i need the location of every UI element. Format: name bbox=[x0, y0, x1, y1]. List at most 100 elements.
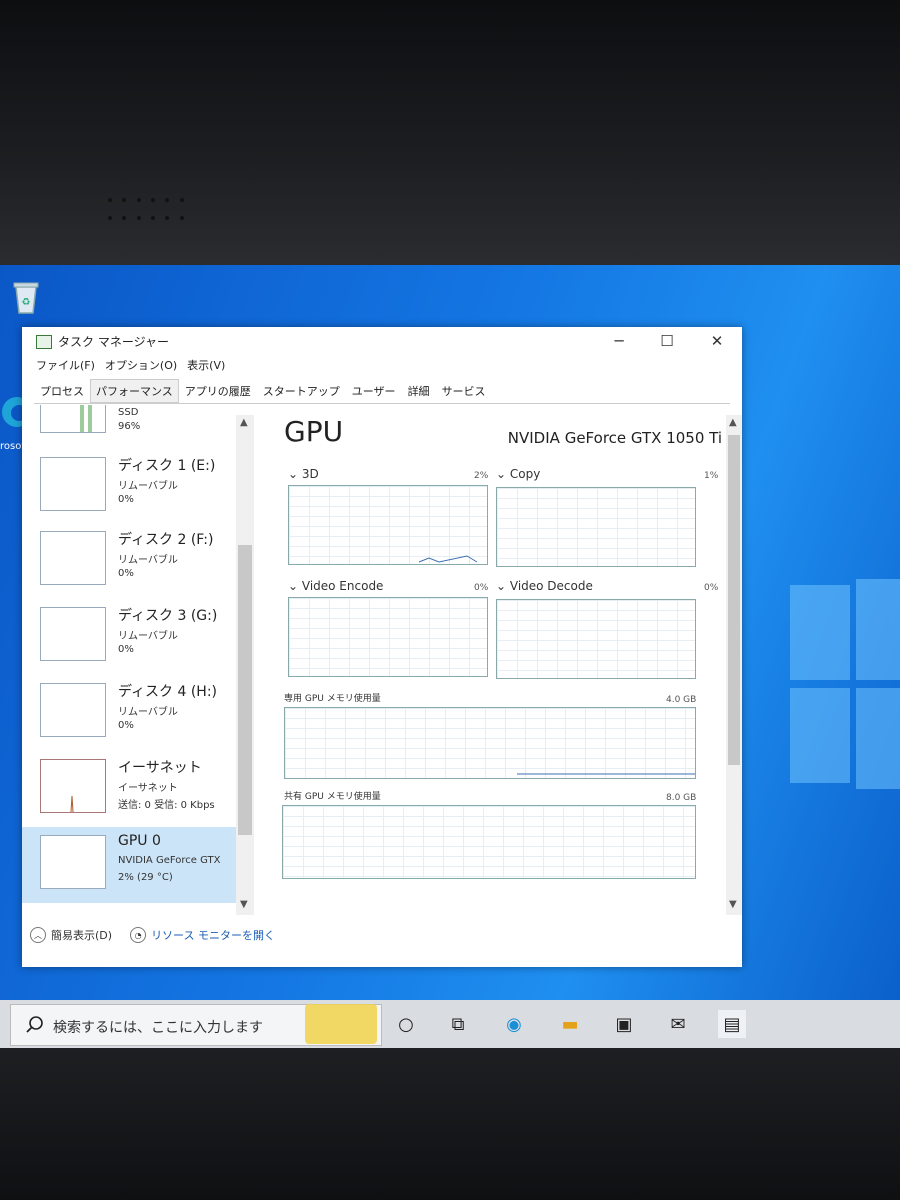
engine-video-decode-pct: 0% bbox=[704, 583, 719, 593]
sidebar-item-value: 0% bbox=[118, 568, 134, 579]
sidebar-item-ethernet[interactable]: イーサネット イーサネット 送信: 0 受信: 0 Kbps bbox=[22, 751, 236, 823]
engine-copy-graph bbox=[496, 487, 696, 567]
shared-memory-max: 8.0 GB bbox=[666, 793, 697, 803]
shared-memory-graph bbox=[282, 805, 696, 879]
gpu-thumbnail-graph bbox=[40, 835, 106, 889]
resource-monitor-link[interactable]: ◔ リソース モニターを開く bbox=[130, 927, 275, 943]
tab-details[interactable]: 詳細 bbox=[402, 379, 436, 403]
sidebar-item-label: ディスク 1 (E:) bbox=[118, 458, 216, 474]
engine-label: Video Encode bbox=[301, 579, 384, 593]
tab-users[interactable]: ユーザー bbox=[346, 379, 402, 403]
dedicated-memory-max: 4.0 GB bbox=[666, 695, 697, 705]
monitor-bezel-bottom bbox=[0, 1048, 900, 1200]
close-button[interactable]: ✕ bbox=[694, 327, 740, 355]
sidebar-item-sub: リムーバブル bbox=[118, 631, 178, 642]
fewer-details-label: 簡易表示(D) bbox=[51, 929, 113, 942]
engine-video-decode-selector[interactable]: ⌄ Video Decode bbox=[496, 579, 593, 593]
chevron-up-icon: ︿ bbox=[30, 927, 46, 943]
ethernet-thumbnail-graph bbox=[40, 759, 106, 813]
main-scrollbar[interactable]: ▲ ▼ bbox=[726, 415, 742, 915]
engine-label: Video Decode bbox=[509, 579, 593, 593]
monitor-bezel-top bbox=[0, 0, 900, 265]
sidebar-item-label: GPU 0 bbox=[118, 833, 161, 849]
scroll-up-icon[interactable]: ▲ bbox=[729, 417, 737, 428]
sidebar-item-value: 0% bbox=[118, 644, 134, 655]
engine-3d-selector[interactable]: ⌄ 3D bbox=[288, 467, 319, 481]
edge-taskbar-icon[interactable]: ◉ bbox=[500, 1010, 528, 1038]
sidebar-item-label: ディスク 2 (F:) bbox=[118, 532, 214, 548]
engine-video-decode-graph bbox=[496, 599, 696, 679]
sidebar-item-sub: リムーバブル bbox=[118, 555, 178, 566]
menu-view[interactable]: 表示(V) bbox=[187, 357, 225, 373]
engine-copy-selector[interactable]: ⌄ Copy bbox=[496, 467, 540, 481]
menu-options[interactable]: オプション(O) bbox=[105, 357, 177, 373]
file-explorer-icon[interactable]: ▬ bbox=[556, 1010, 584, 1038]
maximize-button[interactable]: ☐ bbox=[644, 327, 690, 355]
window-title: タスク マネージャー bbox=[58, 335, 169, 349]
store-icon[interactable]: ▣ bbox=[610, 1010, 638, 1038]
title-bar: タスク マネージャー bbox=[36, 333, 169, 350]
tab-performance[interactable]: パフォーマンス bbox=[90, 379, 179, 403]
sidebar-item-value: 送信: 0 受信: 0 Kbps bbox=[118, 800, 215, 811]
resource-monitor-icon: ◔ bbox=[130, 927, 147, 943]
sidebar-item-sub: SSD bbox=[118, 407, 139, 418]
engine-video-encode-pct: 0% bbox=[474, 583, 489, 593]
search-icon bbox=[26, 1016, 43, 1033]
sidebar-item-disk-4[interactable]: ディスク 4 (H:) リムーバブル 0% bbox=[22, 675, 236, 747]
sidebar-scrollbar[interactable]: ▲ ▼ bbox=[236, 415, 254, 915]
ssd-thumbnail-graph bbox=[40, 405, 106, 433]
cortana-icon[interactable]: ○ bbox=[392, 1010, 420, 1038]
sidebar-item-sub: リムーバブル bbox=[118, 481, 178, 492]
scroll-down-icon[interactable]: ▼ bbox=[729, 899, 737, 910]
engine-3d-pct: 2% bbox=[474, 471, 489, 481]
sidebar-item-sub: リムーバブル bbox=[118, 707, 178, 718]
svg-text:♻: ♻ bbox=[22, 297, 31, 308]
tab-app-history[interactable]: アプリの履歴 bbox=[179, 379, 257, 403]
sidebar-item-label: ディスク 3 (G:) bbox=[118, 608, 218, 624]
task-view-icon[interactable]: ⧉ bbox=[444, 1010, 472, 1038]
task-manager-taskbar-icon[interactable]: ▤ bbox=[718, 1010, 746, 1038]
gpu-device-name: NVIDIA GeForce GTX 1050 Ti bbox=[507, 429, 722, 447]
shared-memory-label: 共有 GPU メモリ使用量 bbox=[284, 792, 381, 802]
desktop: ♻ rosof タスク マネージャー ─ ☐ ✕ ファイル(F) オプション(O… bbox=[0, 265, 900, 1045]
tab-bar: プロセス パフォーマンス アプリの履歴 スタートアップ ユーザー 詳細 サービス bbox=[34, 379, 730, 404]
engine-video-encode-selector[interactable]: ⌄ Video Encode bbox=[288, 579, 383, 593]
sidebar-item-value: 0% bbox=[118, 494, 134, 505]
engine-video-encode-graph bbox=[288, 597, 488, 677]
engine-copy-pct: 1% bbox=[704, 471, 719, 481]
engine-3d-graph bbox=[288, 485, 488, 565]
sidebar-item-label: ディスク 4 (H:) bbox=[118, 684, 217, 700]
fewer-details-button[interactable]: ︿ 簡易表示(D) bbox=[30, 927, 112, 943]
tab-startup[interactable]: スタートアップ bbox=[257, 379, 346, 403]
footer: ︿ 簡易表示(D) ◔ リソース モニターを開く bbox=[30, 927, 275, 943]
sidebar-item-disk-2[interactable]: ディスク 2 (F:) リムーバブル 0% bbox=[22, 523, 236, 595]
sidebar-scroll-thumb[interactable] bbox=[238, 545, 252, 835]
sidebar-item-ssd[interactable]: SSD 96% bbox=[22, 405, 236, 443]
resource-monitor-label: リソース モニターを開く bbox=[151, 929, 276, 942]
main-scroll-thumb[interactable] bbox=[728, 435, 740, 765]
search-highlight-illustration bbox=[305, 1004, 377, 1044]
sidebar-item-label: イーサネット bbox=[118, 760, 202, 776]
tab-processes[interactable]: プロセス bbox=[34, 379, 90, 403]
sidebar-item-value: 2% (29 °C) bbox=[118, 872, 173, 883]
taskbar: 検索するには、ここに入力します ○ ⧉ ◉ ▬ ▣ ✉ ▤ bbox=[0, 1000, 900, 1048]
mail-icon[interactable]: ✉ bbox=[664, 1010, 692, 1038]
tab-services[interactable]: サービス bbox=[436, 379, 492, 403]
gpu-detail-panel: GPU NVIDIA GeForce GTX 1050 Ti ⌄ 3D 2% ⌄… bbox=[262, 415, 722, 915]
scroll-up-icon[interactable]: ▲ bbox=[240, 417, 248, 428]
performance-sidebar: SSD 96% ディスク 1 (E:) リムーバブル 0% ディスク 2 (F:… bbox=[22, 405, 258, 915]
engine-label: Copy bbox=[509, 467, 541, 481]
disk-thumbnail-graph bbox=[40, 683, 106, 737]
sidebar-item-gpu-0[interactable]: GPU 0 NVIDIA GeForce GTX 2% (29 °C) bbox=[22, 827, 236, 903]
sidebar-item-value: 96% bbox=[118, 421, 141, 432]
sidebar-item-disk-1[interactable]: ディスク 1 (E:) リムーバブル 0% bbox=[22, 449, 236, 521]
sidebar-item-sub: イーサネット bbox=[118, 783, 178, 794]
scroll-down-icon[interactable]: ▼ bbox=[240, 899, 248, 910]
menu-bar: ファイル(F) オプション(O) 表示(V) bbox=[36, 357, 225, 373]
menu-file[interactable]: ファイル(F) bbox=[36, 357, 95, 373]
recycle-bin-icon[interactable]: ♻ bbox=[6, 277, 46, 317]
disk-thumbnail-graph bbox=[40, 607, 106, 661]
minimize-button[interactable]: ─ bbox=[596, 327, 642, 355]
sidebar-item-disk-3[interactable]: ディスク 3 (G:) リムーバブル 0% bbox=[22, 599, 236, 671]
dedicated-memory-graph bbox=[284, 707, 696, 779]
